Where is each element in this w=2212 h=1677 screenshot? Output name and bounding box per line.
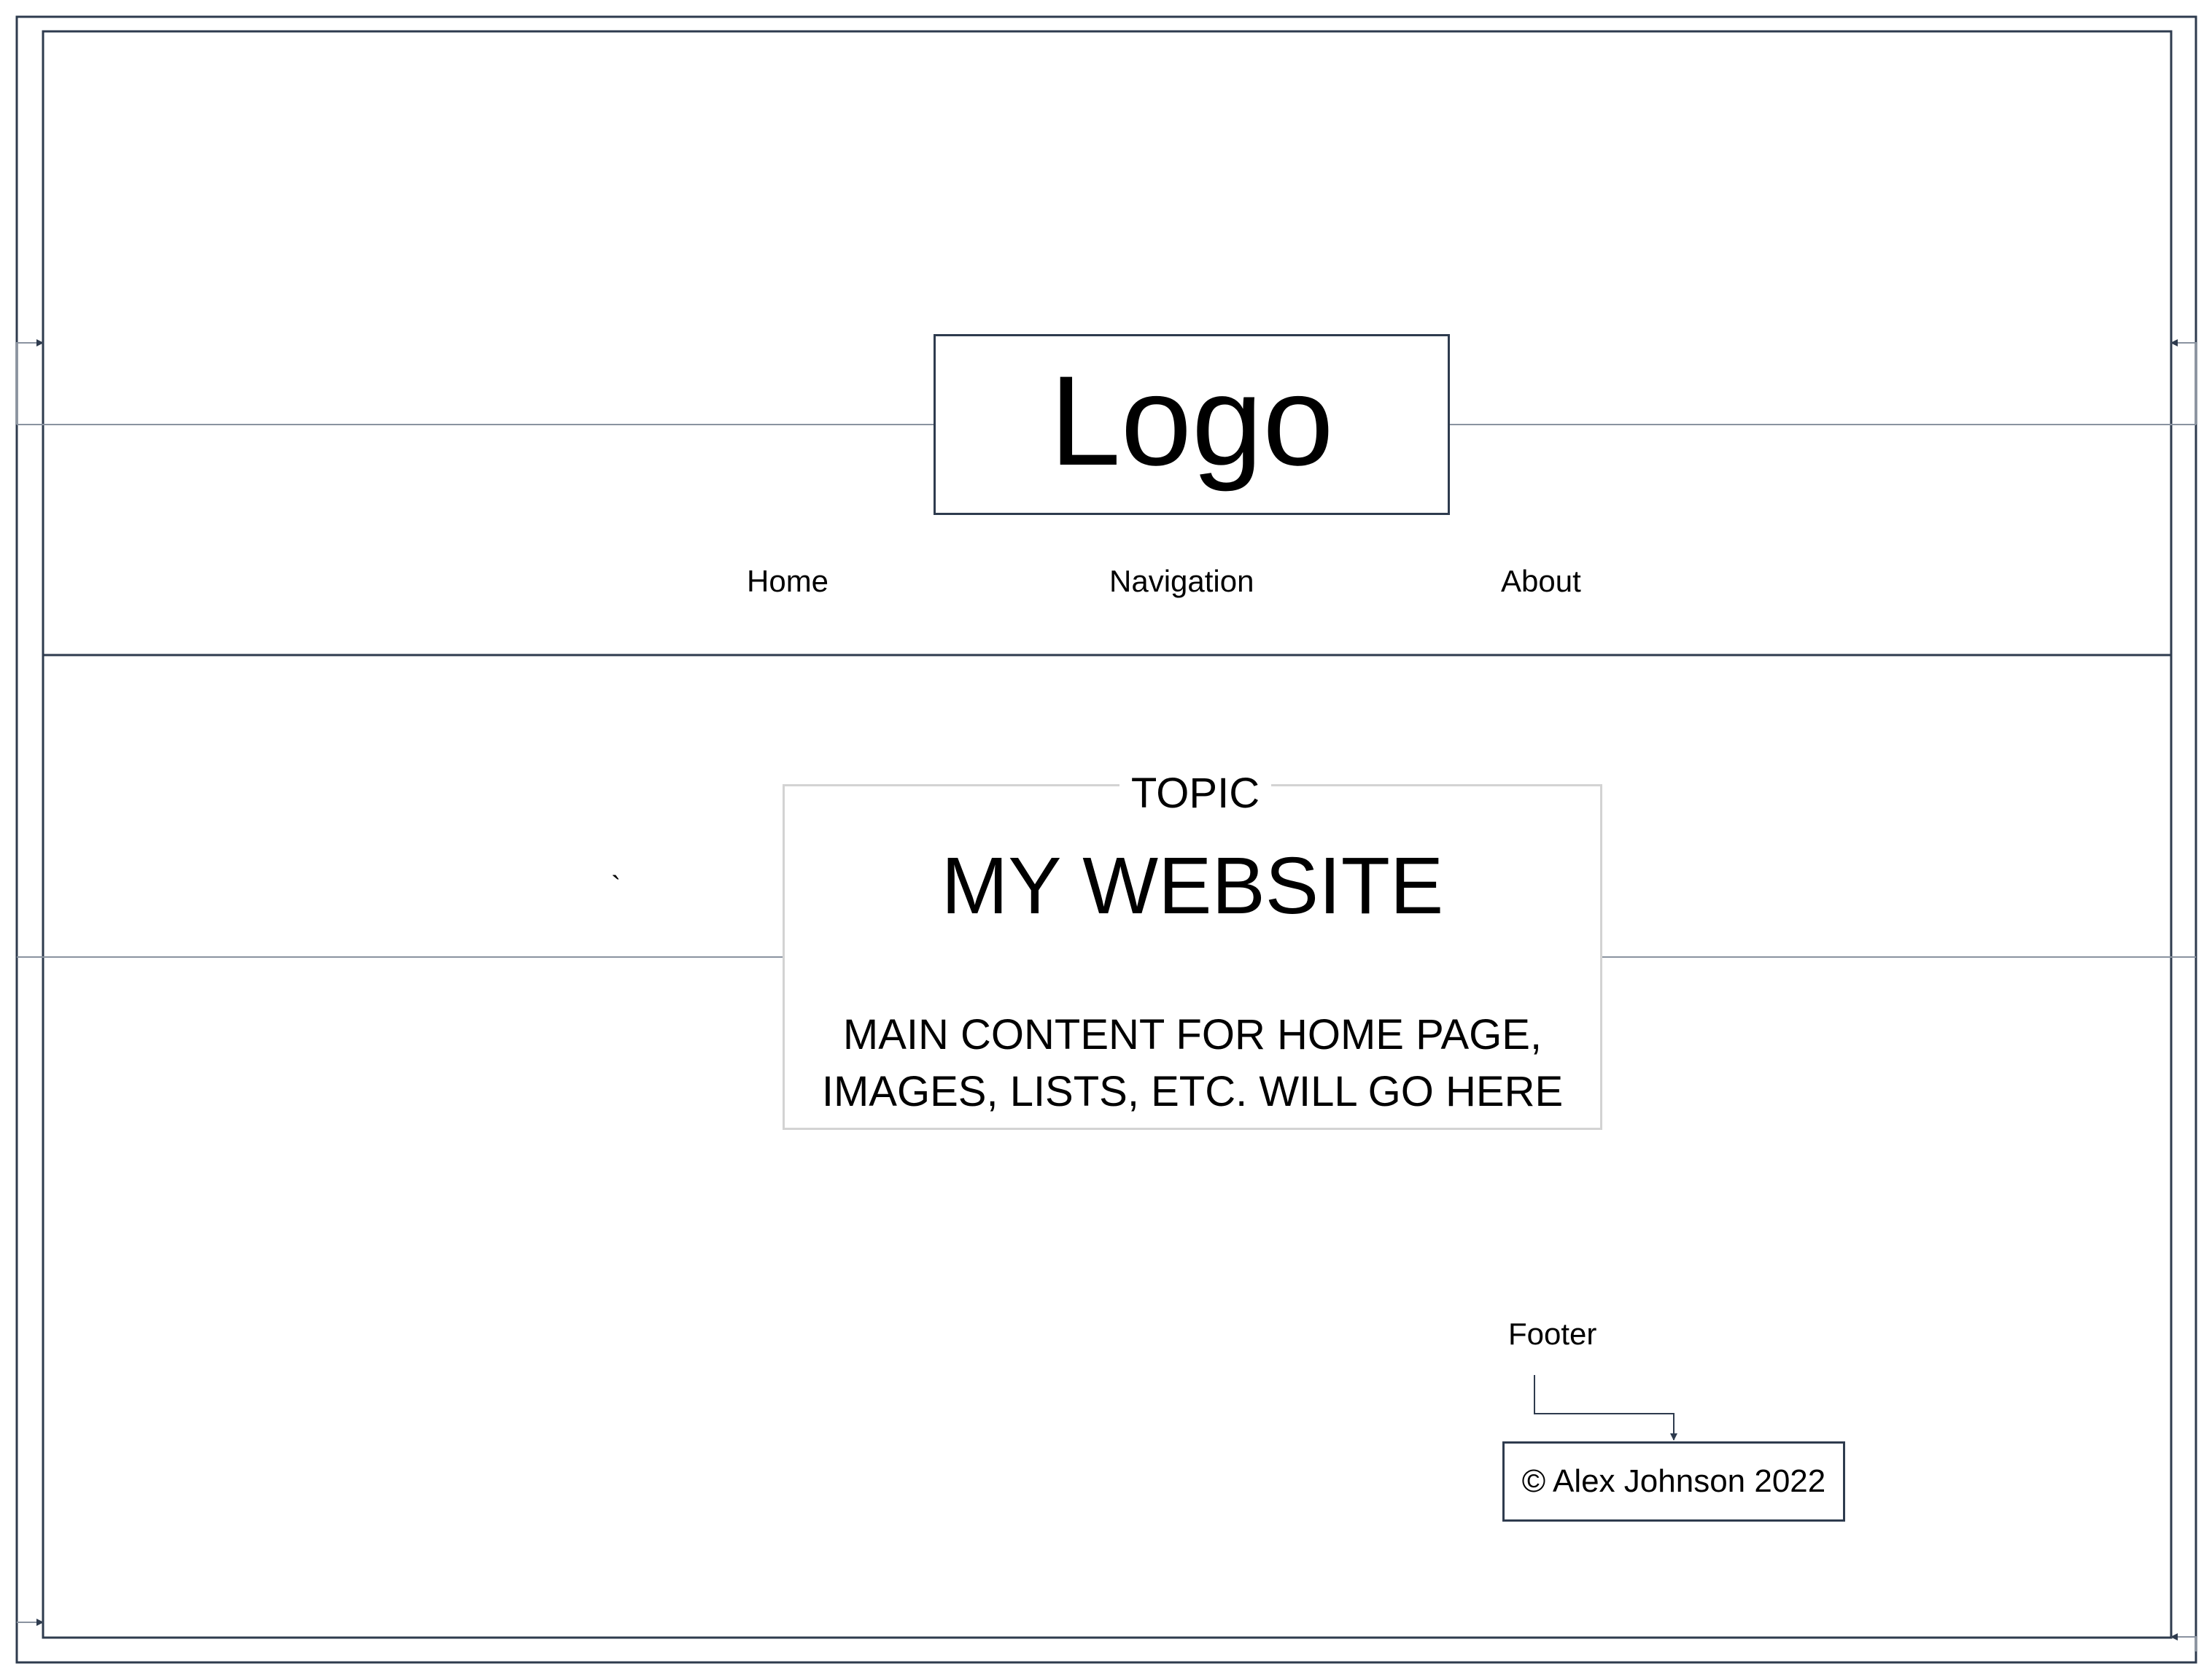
stray-mark: ` [611,871,621,903]
nav-item-home[interactable]: Home [747,566,828,597]
footer-copyright-box: © Alex Johnson 2022 [1502,1441,1845,1522]
logo-box[interactable]: Logo [934,334,1450,515]
main-content-line-2: IMAGES, LISTS, ETC. WILL GO HERE [821,1068,1564,1115]
nav-item-navigation[interactable]: Navigation [1109,566,1254,597]
logo-text: Logo [1049,349,1334,492]
main-content-text: MAIN CONTENT FOR HOME PAGE, IMAGES, LIST… [783,1007,1602,1120]
right-bottom-connector [2170,1633,2197,1651]
left-top-connector [16,339,44,425]
footer-connector-arrow [1534,1375,1677,1441]
main-content-line-1: MAIN CONTENT FOR HOME PAGE, [842,1011,1542,1058]
right-top-connector [2170,339,2197,425]
site-title: MY WEBSITE [941,841,1444,931]
copyright-text: © Alex Johnson 2022 [1521,1463,1826,1499]
footer-label: Footer [1508,1317,1597,1351]
nav-item-about[interactable]: About [1501,566,1581,597]
topic-label: TOPIC [1119,770,1271,818]
